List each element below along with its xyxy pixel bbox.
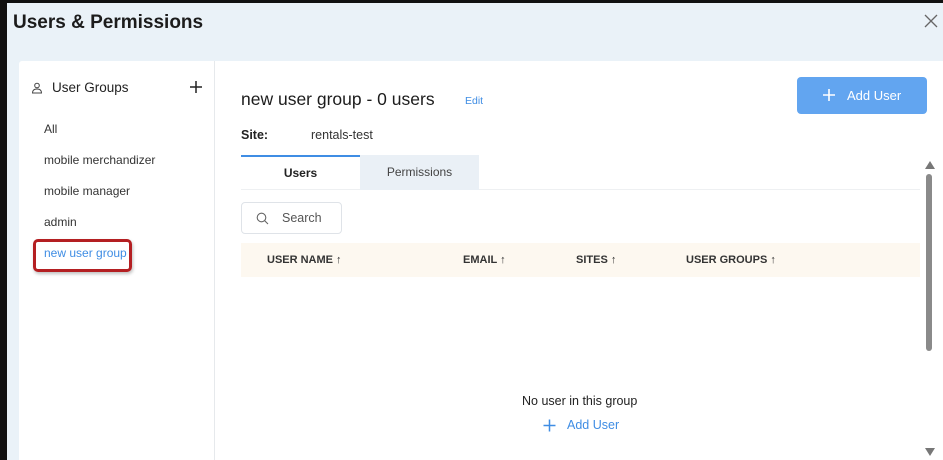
column-email[interactable]: EMAIL ↑: [463, 254, 506, 266]
user-groups-sidebar: User Groups All mobile merchandizer mobi…: [19, 61, 215, 460]
group-title: new user group - 0 users: [241, 89, 435, 109]
group-item-mobile-merchandizer[interactable]: mobile merchandizer: [44, 153, 155, 184]
group-list: All mobile merchandizer mobile manager a…: [33, 122, 155, 277]
users-permissions-window: Users & Permissions User Groups All mobi…: [0, 0, 943, 460]
user-groups-header: User Groups: [31, 79, 203, 99]
plus-icon: [543, 419, 556, 432]
close-icon[interactable]: [923, 13, 939, 29]
group-item-label: new user group: [44, 246, 127, 260]
search-placeholder: Search: [282, 211, 322, 225]
title-bar: Users & Permissions: [7, 3, 943, 43]
table-header: USER NAME ↑ EMAIL ↑ SITES ↑ USER GROUPS …: [241, 243, 920, 277]
site-value: rentals-test: [311, 128, 373, 142]
group-item-mobile-manager[interactable]: mobile manager: [44, 184, 155, 215]
scrollbar-thumb[interactable]: [926, 174, 932, 351]
site-label: Site:: [241, 128, 269, 142]
tab-users[interactable]: Users: [241, 155, 360, 190]
scroll-up-arrow-icon[interactable]: [925, 161, 935, 169]
add-user-button[interactable]: Add User: [797, 77, 927, 114]
edit-link[interactable]: Edit: [465, 95, 483, 107]
empty-state-message: No user in this group: [522, 394, 638, 408]
search-icon: [256, 212, 269, 225]
dialog-body: User Groups All mobile merchandizer mobi…: [7, 43, 943, 460]
content-panel: User Groups All mobile merchandizer mobi…: [19, 61, 943, 460]
tab-bar: Users Permissions: [241, 155, 920, 190]
column-user-groups[interactable]: USER GROUPS ↑: [686, 254, 776, 266]
empty-state-add-user-label: Add User: [567, 418, 620, 432]
column-user-name[interactable]: USER NAME ↑: [267, 254, 342, 266]
window-title: Users & Permissions: [13, 12, 204, 33]
group-item-new-user-group[interactable]: new user group: [33, 239, 155, 277]
search-input[interactable]: Search: [241, 202, 342, 234]
column-sites[interactable]: SITES ↑: [576, 254, 616, 266]
group-item-admin[interactable]: admin: [44, 215, 155, 246]
group-item-all[interactable]: All: [44, 122, 155, 153]
user-groups-title: User Groups: [52, 80, 129, 95]
vertical-scrollbar[interactable]: [921, 161, 943, 460]
add-group-plus-icon[interactable]: [189, 80, 203, 94]
person-icon: [31, 82, 43, 94]
plus-icon: [823, 89, 835, 101]
group-detail: new user group - 0 users Edit Add User S…: [216, 61, 943, 460]
site-row: Site: rentals-test: [241, 128, 373, 142]
tab-permissions[interactable]: Permissions: [360, 155, 479, 190]
add-user-label: Add User: [847, 88, 902, 103]
scroll-down-arrow-icon[interactable]: [925, 448, 935, 456]
